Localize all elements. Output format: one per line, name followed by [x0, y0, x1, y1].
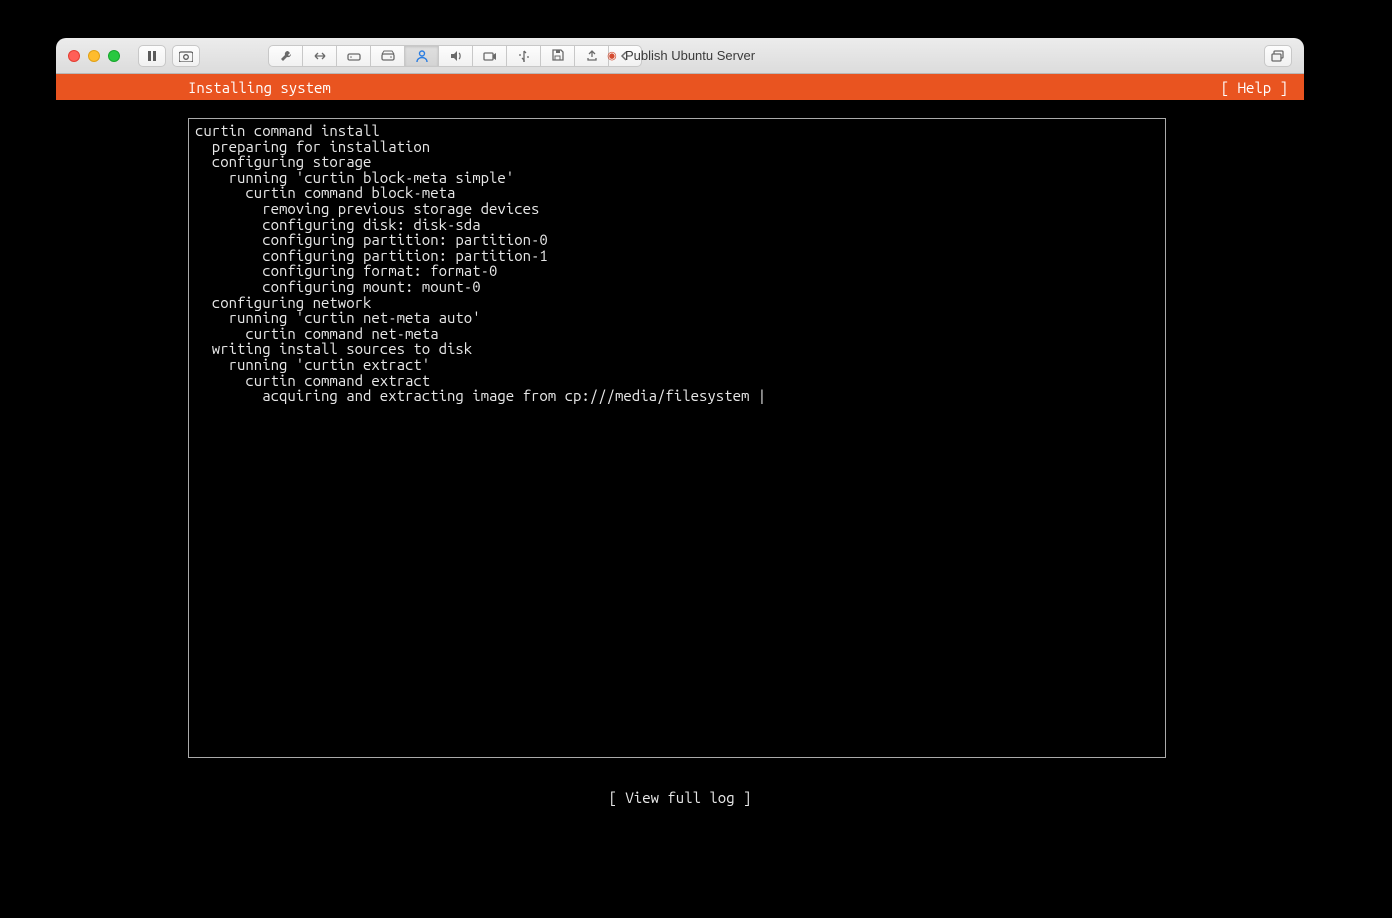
floppy-icon: [551, 49, 564, 62]
help-button[interactable]: [ Help ]: [1221, 79, 1288, 96]
close-button[interactable]: [68, 50, 80, 62]
user-icon: [415, 49, 429, 63]
hdd-button[interactable]: [336, 45, 370, 67]
pause-icon: [147, 51, 157, 61]
view-full-log-button[interactable]: [ View full log ]: [56, 789, 1304, 806]
maximize-button[interactable]: [108, 50, 120, 62]
settings-button[interactable]: [268, 45, 302, 67]
installer-console: curtin command install preparing for ins…: [56, 100, 1304, 824]
stack-button[interactable]: [1264, 45, 1292, 67]
resize-button[interactable]: [302, 45, 336, 67]
traffic-lights: [68, 50, 120, 62]
installer-header-bar: Installing system [ Help ]: [56, 74, 1304, 100]
chevron-right-icon: [620, 50, 630, 62]
resize-icon: [313, 50, 327, 62]
usb-button[interactable]: [506, 45, 540, 67]
share-icon: [585, 50, 599, 62]
snapshot-icon: [179, 50, 193, 62]
sound-icon: [449, 50, 463, 62]
user-button[interactable]: [404, 45, 438, 67]
vm-display: Installing system [ Help ] curtin comman…: [56, 74, 1304, 824]
window-title-text: Publish Ubuntu Server: [625, 48, 755, 63]
install-log-box: curtin command install preparing for ins…: [188, 118, 1166, 758]
camera-button[interactable]: [472, 45, 506, 67]
minimize-button[interactable]: [88, 50, 100, 62]
vm-window: ◉ Publish Ubuntu Server Installing syste…: [56, 38, 1304, 824]
usb-icon: [517, 50, 531, 62]
hdd-external-button[interactable]: [370, 45, 404, 67]
toolbar-left-group: [138, 45, 200, 67]
window-titlebar: ◉ Publish Ubuntu Server: [56, 38, 1304, 74]
stack-icon: [1271, 50, 1285, 62]
sound-button[interactable]: [438, 45, 472, 67]
snapshot-button[interactable]: [172, 45, 200, 67]
toolbar-right: [1264, 45, 1292, 67]
share-button[interactable]: [574, 45, 608, 67]
window-title: ◉ Publish Ubuntu Server: [56, 48, 1304, 63]
wrench-icon: [279, 49, 293, 63]
pause-button[interactable]: [138, 45, 166, 67]
hdd-icon: [347, 50, 361, 62]
toolbar-tools-cluster: [268, 45, 642, 67]
camera-icon: [483, 50, 497, 62]
installer-header-title: Installing system: [188, 79, 331, 96]
floppy-button[interactable]: [540, 45, 574, 67]
hdd-external-icon: [381, 50, 395, 62]
more-button[interactable]: [608, 45, 642, 67]
